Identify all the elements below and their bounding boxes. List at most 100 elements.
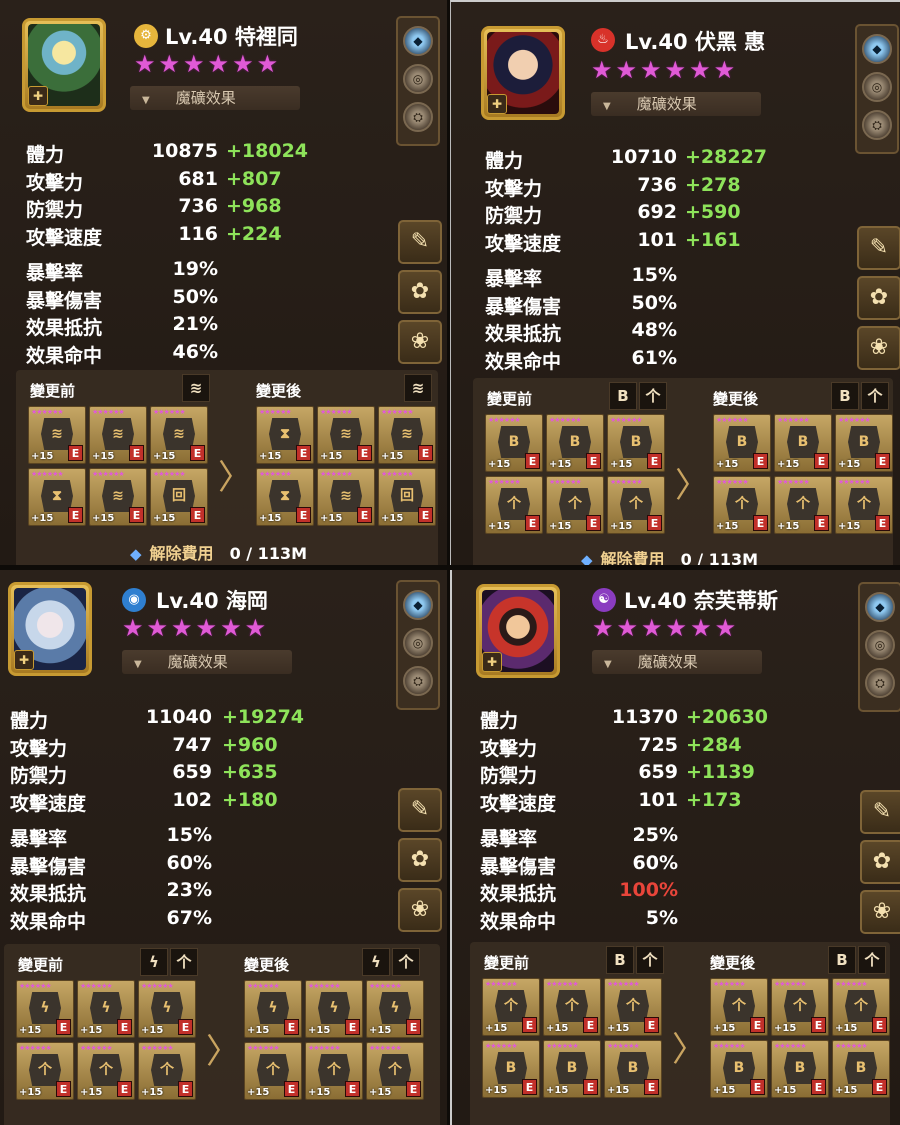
rune-slot[interactable]: ★★★★★★ B +15 E [604, 1040, 662, 1098]
rune-slot[interactable]: ★★★★★★ B +15 E [543, 1040, 601, 1098]
rune-slot[interactable]: ★★★★★★ ≋ +15 E [317, 468, 375, 526]
grindstone-icon[interactable]: ⛭ [865, 668, 895, 698]
rune-slot[interactable]: ★★★★★★ 个 +15 E [546, 476, 604, 534]
rune-slot[interactable]: ★★★★★★ B +15 E [485, 414, 543, 472]
rune-slot[interactable]: ★★★★★★ 个 +15 E [244, 1042, 302, 1100]
rune-slot[interactable]: ★★★★★★ ⧗ +15 E [256, 406, 314, 464]
rune-slot[interactable]: ★★★★★★ B +15 E [835, 414, 893, 472]
substat-label: 效果抵抗 [480, 883, 557, 905]
rune-slot[interactable]: ★★★★★★ ≋ +15 E [89, 406, 147, 464]
stat-label: 防禦力 [485, 205, 543, 227]
rune-slot[interactable]: ★★★★★★ 回 +15 E [150, 468, 208, 526]
rune-grade: E [753, 515, 768, 531]
skill-flower-icon[interactable]: ✿ [857, 276, 900, 320]
skill-flower-icon[interactable]: ✿ [860, 840, 900, 884]
monster-portrait[interactable]: ✚ [476, 584, 560, 678]
pencil-gear-icon[interactable]: ✎ [398, 220, 442, 264]
after-set-icons: B个 [828, 946, 886, 974]
rune-effect-dropdown[interactable]: ▼ 魔礦效果 [130, 86, 300, 110]
rune-slot[interactable]: ★★★★★★ 个 +15 E [485, 476, 543, 534]
rune-slot[interactable]: ★★★★★★ ≋ +15 E [317, 406, 375, 464]
rune-slot[interactable]: ★★★★★★ ϟ +15 E [244, 980, 302, 1038]
before-rune-grid: ★★★★★★ B +15 E ★★★★★★ B +15 E ★★★★★★ B +15 E ★★★★★★ 个… [485, 414, 665, 534]
rune-slot[interactable]: ★★★★★★ 个 +15 E [305, 1042, 363, 1100]
rune-slot[interactable]: ★★★★★★ ϟ +15 E [16, 980, 74, 1038]
monster-portrait[interactable]: ✚ [481, 26, 565, 120]
rune-slot[interactable]: ★★★★★★ 个 +15 E [774, 476, 832, 534]
rune-slot[interactable]: ★★★★★★ B +15 E [832, 1040, 890, 1098]
rune-level: +15 [80, 1025, 103, 1036]
rune-set-icon: ≋ [404, 374, 432, 402]
before-rune-grid: ★★★★★★ ϟ +15 E ★★★★★★ ϟ +15 E ★★★★★★ ϟ +15 E ★★★★★★ 个… [16, 980, 196, 1100]
rune-set-icon: ≋ [182, 374, 210, 402]
flower-remove-icon[interactable]: ❀ [398, 320, 442, 364]
rune-slot[interactable]: ★★★★★★ 个 +15 E [77, 1042, 135, 1100]
rune-grade: E [418, 445, 433, 461]
rune-slot[interactable]: ★★★★★★ 个 +15 E [604, 978, 662, 1036]
crafted-rune-icon[interactable]: ◎ [865, 630, 895, 660]
flower-remove-icon[interactable]: ❀ [857, 326, 900, 370]
pencil-gear-icon[interactable]: ✎ [857, 226, 900, 270]
rune-set-icon: 个 [861, 382, 889, 410]
grindstone-icon[interactable]: ⛭ [403, 666, 433, 696]
rune-effect-dropdown[interactable]: ▼ 魔礦效果 [122, 650, 292, 674]
grindstone-icon[interactable]: ⛭ [403, 102, 433, 132]
rune-slot[interactable]: ★★★★★★ ϟ +15 E [138, 980, 196, 1038]
rune-slot[interactable]: ★★★★★★ 个 +15 E [482, 978, 540, 1036]
flower-remove-icon[interactable]: ❀ [398, 888, 442, 932]
rune-slot[interactable]: ★★★★★★ ≋ +15 E [378, 406, 436, 464]
rune-stars: ★★★★★★ [369, 982, 402, 990]
stat-label: 攻擊力 [480, 737, 538, 760]
rune-slot[interactable]: ★★★★★★ ϟ +15 E [305, 980, 363, 1038]
monster-portrait[interactable]: ✚ [22, 18, 106, 112]
rune-slot[interactable]: ★★★★★★ B +15 E [771, 1040, 829, 1098]
gem-icon[interactable]: ◆ [865, 592, 895, 622]
rune-slot[interactable]: ★★★★★★ 个 +15 E [710, 978, 768, 1036]
monster-portrait[interactable]: ✚ [8, 582, 92, 676]
rune-slot[interactable]: ★★★★★★ ϟ +15 E [77, 980, 135, 1038]
gem-icon[interactable]: ◆ [403, 590, 433, 620]
gem-icon[interactable]: ◆ [403, 26, 433, 56]
crafted-rune-icon[interactable]: ◎ [862, 72, 892, 102]
rune-slot[interactable]: ★★★★★★ ⧗ +15 E [28, 468, 86, 526]
rune-slot[interactable]: ★★★★★★ 个 +15 E [607, 476, 665, 534]
rune-slot[interactable]: ★★★★★★ ≋ +15 E [28, 406, 86, 464]
flower-remove-icon[interactable]: ❀ [860, 890, 900, 934]
rune-slot[interactable]: ★★★★★★ 个 +15 E [771, 978, 829, 1036]
stat-base-value: 681 [178, 167, 218, 190]
rune-grade: E [68, 507, 83, 523]
rune-level: +15 [716, 459, 739, 470]
rune-slot[interactable]: ★★★★★★ 个 +15 E [543, 978, 601, 1036]
pencil-gear-icon[interactable]: ✎ [860, 790, 900, 834]
rune-effect-dropdown[interactable]: ▼ 魔礦效果 [591, 92, 761, 116]
gem-icon[interactable]: ◆ [862, 34, 892, 64]
rune-slot[interactable]: ★★★★★★ ϟ +15 E [366, 980, 424, 1038]
rune-slot[interactable]: ★★★★★★ ≋ +15 E [89, 468, 147, 526]
crafted-rune-icon[interactable]: ◎ [403, 64, 433, 94]
rune-slot[interactable]: ★★★★★★ 个 +15 E [713, 476, 771, 534]
crafted-rune-icon[interactable]: ◎ [403, 628, 433, 658]
rune-slot[interactable]: ★★★★★★ ≋ +15 E [150, 406, 208, 464]
rune-slot[interactable]: ★★★★★★ 个 +15 E [366, 1042, 424, 1100]
rune-slot[interactable]: ★★★★★★ B +15 E [482, 1040, 540, 1098]
rune-slot[interactable]: ★★★★★★ B +15 E [710, 1040, 768, 1098]
rune-slot[interactable]: ★★★★★★ B +15 E [713, 414, 771, 472]
rune-slot[interactable]: ★★★★★★ 回 +15 E [378, 468, 436, 526]
rune-slot[interactable]: ★★★★★★ ⧗ +15 E [256, 468, 314, 526]
star-icon: ★ [207, 50, 230, 78]
rune-slot[interactable]: ★★★★★★ B +15 E [546, 414, 604, 472]
rune-slot[interactable]: ★★★★★★ 个 +15 E [832, 978, 890, 1036]
rune-slot[interactable]: ★★★★★★ 个 +15 E [835, 476, 893, 534]
pencil-gear-icon[interactable]: ✎ [398, 788, 442, 832]
rune-level: +15 [247, 1025, 270, 1036]
grindstone-icon[interactable]: ⛭ [862, 110, 892, 140]
rune-slot[interactable]: ★★★★★★ B +15 E [607, 414, 665, 472]
rune-slot[interactable]: ★★★★★★ 个 +15 E [16, 1042, 74, 1100]
rune-effect-dropdown[interactable]: ▼ 魔礦效果 [592, 650, 762, 674]
skill-flower-icon[interactable]: ✿ [398, 270, 442, 314]
rune-slot[interactable]: ★★★★★★ 个 +15 E [138, 1042, 196, 1100]
skill-flower-icon[interactable]: ✿ [398, 838, 442, 882]
rune-stars: ★★★★★★ [259, 408, 292, 416]
rune-slot[interactable]: ★★★★★★ B +15 E [774, 414, 832, 472]
substat-value: 23% [166, 879, 212, 901]
